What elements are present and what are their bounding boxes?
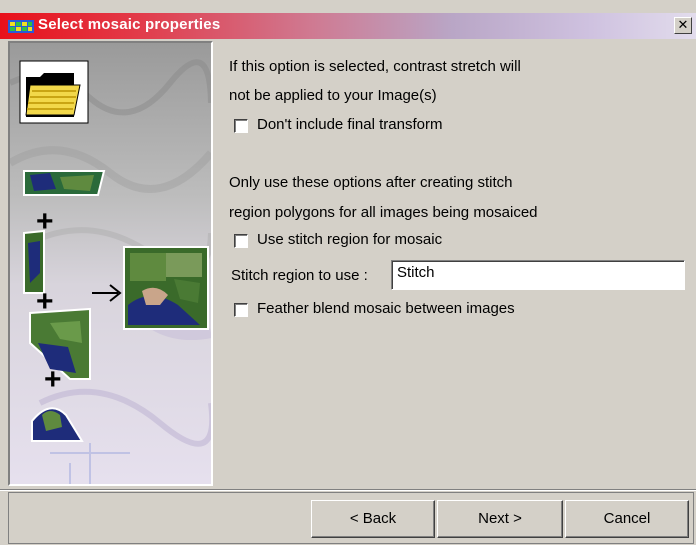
section2-text-line2: region polygons for all images being mos… bbox=[229, 204, 538, 221]
stitch-region-input-value: Stitch bbox=[397, 264, 435, 281]
title-bar[interactable]: Select mosaic properties ✕ bbox=[0, 13, 696, 39]
wizard-illustration: + + + bbox=[8, 41, 213, 486]
next-button[interactable]: Next > bbox=[437, 500, 563, 538]
footer-separator bbox=[0, 489, 696, 491]
mosaic-result-image bbox=[123, 246, 209, 330]
section1-text-line2: not be applied to your Image(s) bbox=[229, 87, 437, 104]
close-button[interactable]: ✕ bbox=[674, 17, 692, 34]
feather-blend-checkbox[interactable] bbox=[234, 303, 248, 317]
dont-include-final-transform-checkbox[interactable] bbox=[234, 119, 248, 133]
svg-text:+: + bbox=[44, 363, 62, 396]
folder-icon bbox=[19, 60, 89, 124]
image-tile-2 bbox=[23, 229, 45, 294]
section2-text-line1: Only use these options after creating st… bbox=[229, 174, 513, 191]
cancel-button[interactable]: Cancel bbox=[565, 500, 689, 538]
use-stitch-region-label[interactable]: Use stitch region for mosaic bbox=[257, 231, 442, 248]
dont-include-final-transform-label[interactable]: Don't include final transform bbox=[257, 116, 442, 133]
wizard-dialog: Select mosaic properties ✕ + + + If this… bbox=[0, 0, 696, 545]
mosaic-illustration: + + + bbox=[10, 43, 211, 484]
image-tile-1 bbox=[23, 170, 106, 196]
options-panel: If this option is selected, contrast str… bbox=[217, 41, 693, 486]
feather-blend-label[interactable]: Feather blend mosaic between images bbox=[257, 300, 515, 317]
use-stitch-region-checkbox[interactable] bbox=[234, 234, 248, 248]
section1-text-line1: If this option is selected, contrast str… bbox=[229, 58, 521, 75]
window-title: Select mosaic properties bbox=[38, 16, 221, 33]
stitch-region-field-label: Stitch region to use : bbox=[231, 267, 368, 284]
close-icon: ✕ bbox=[677, 17, 689, 32]
stitch-region-input[interactable]: Stitch bbox=[391, 260, 685, 290]
back-button[interactable]: < Back bbox=[311, 500, 435, 538]
app-icon bbox=[8, 20, 34, 33]
